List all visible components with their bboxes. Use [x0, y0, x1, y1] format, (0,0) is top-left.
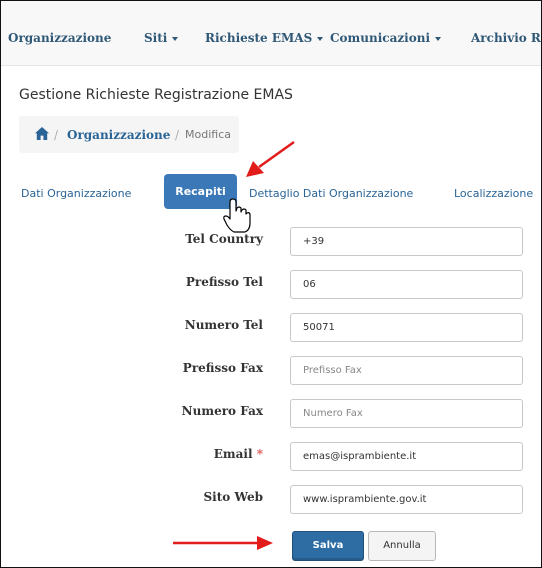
page-title: Gestione Richieste Registrazione EMAS	[19, 87, 293, 103]
app-window: Organizzazione Siti Richieste EMAS Comun…	[0, 0, 542, 568]
sito-web-input[interactable]	[290, 485, 523, 514]
email-input[interactable]	[290, 442, 523, 471]
tel-country-input[interactable]	[290, 227, 523, 256]
chevron-down-icon	[435, 36, 442, 41]
email-label: Email *	[13, 447, 263, 461]
nav-item-richieste-emas[interactable]: Richieste EMAS	[205, 31, 324, 45]
tab-dati-organizzazione[interactable]: Dati Organizzazione	[21, 187, 131, 200]
nav-item-comunicazioni[interactable]: Comunicazioni	[330, 31, 442, 45]
chevron-down-icon	[317, 36, 324, 41]
tel-country-label: Tel Country	[185, 232, 263, 246]
numero-tel-label: Numero Tel	[184, 318, 263, 332]
tab-localizzazione[interactable]: Localizzazione	[454, 187, 533, 200]
numero-tel-input[interactable]	[290, 313, 523, 342]
red-arrow-icon	[173, 536, 273, 550]
nav-item-organizzazione[interactable]: Organizzazione	[8, 31, 111, 45]
breadcrumb-current: Modifica	[185, 128, 231, 141]
breadcrumb-link-organizzazione[interactable]: Organizzazione	[67, 128, 170, 142]
prefisso-fax-input[interactable]	[290, 356, 523, 385]
home-icon[interactable]	[35, 127, 49, 140]
breadcrumb-separator: /	[54, 128, 59, 142]
breadcrumb: / Organizzazione / Modifica	[19, 116, 239, 153]
top-navbar: Organizzazione Siti Richieste EMAS Comun…	[1, 1, 541, 66]
red-arrow-icon	[246, 140, 295, 177]
breadcrumb-separator: /	[175, 128, 180, 142]
numero-fax-label: Numero Fax	[181, 404, 263, 418]
prefisso-tel-label: Prefisso Tel	[185, 275, 263, 289]
required-mark: *	[256, 447, 263, 461]
tab-recapiti[interactable]: Recapiti	[164, 174, 237, 209]
nav-item-archivio[interactable]: Archivio Re	[471, 31, 541, 45]
tab-dettaglio-dati-organizzazione[interactable]: Dettaglio Dati Organizzazione	[249, 187, 413, 200]
nav-item-comunicazioni-label: Comunicazioni	[330, 31, 431, 45]
prefisso-fax-label: Prefisso Fax	[182, 361, 263, 375]
chevron-down-icon	[172, 36, 179, 41]
prefisso-tel-input[interactable]	[290, 270, 523, 299]
numero-fax-input[interactable]	[290, 399, 523, 428]
nav-item-siti[interactable]: Siti	[144, 31, 179, 45]
sito-web-label: Sito Web	[203, 490, 263, 504]
cancel-button[interactable]: Annulla	[368, 531, 436, 561]
save-button[interactable]: Salva	[292, 531, 364, 561]
nav-item-siti-label: Siti	[144, 31, 168, 45]
email-label-text: Email	[213, 447, 253, 461]
nav-item-richieste-emas-label: Richieste EMAS	[205, 31, 313, 45]
